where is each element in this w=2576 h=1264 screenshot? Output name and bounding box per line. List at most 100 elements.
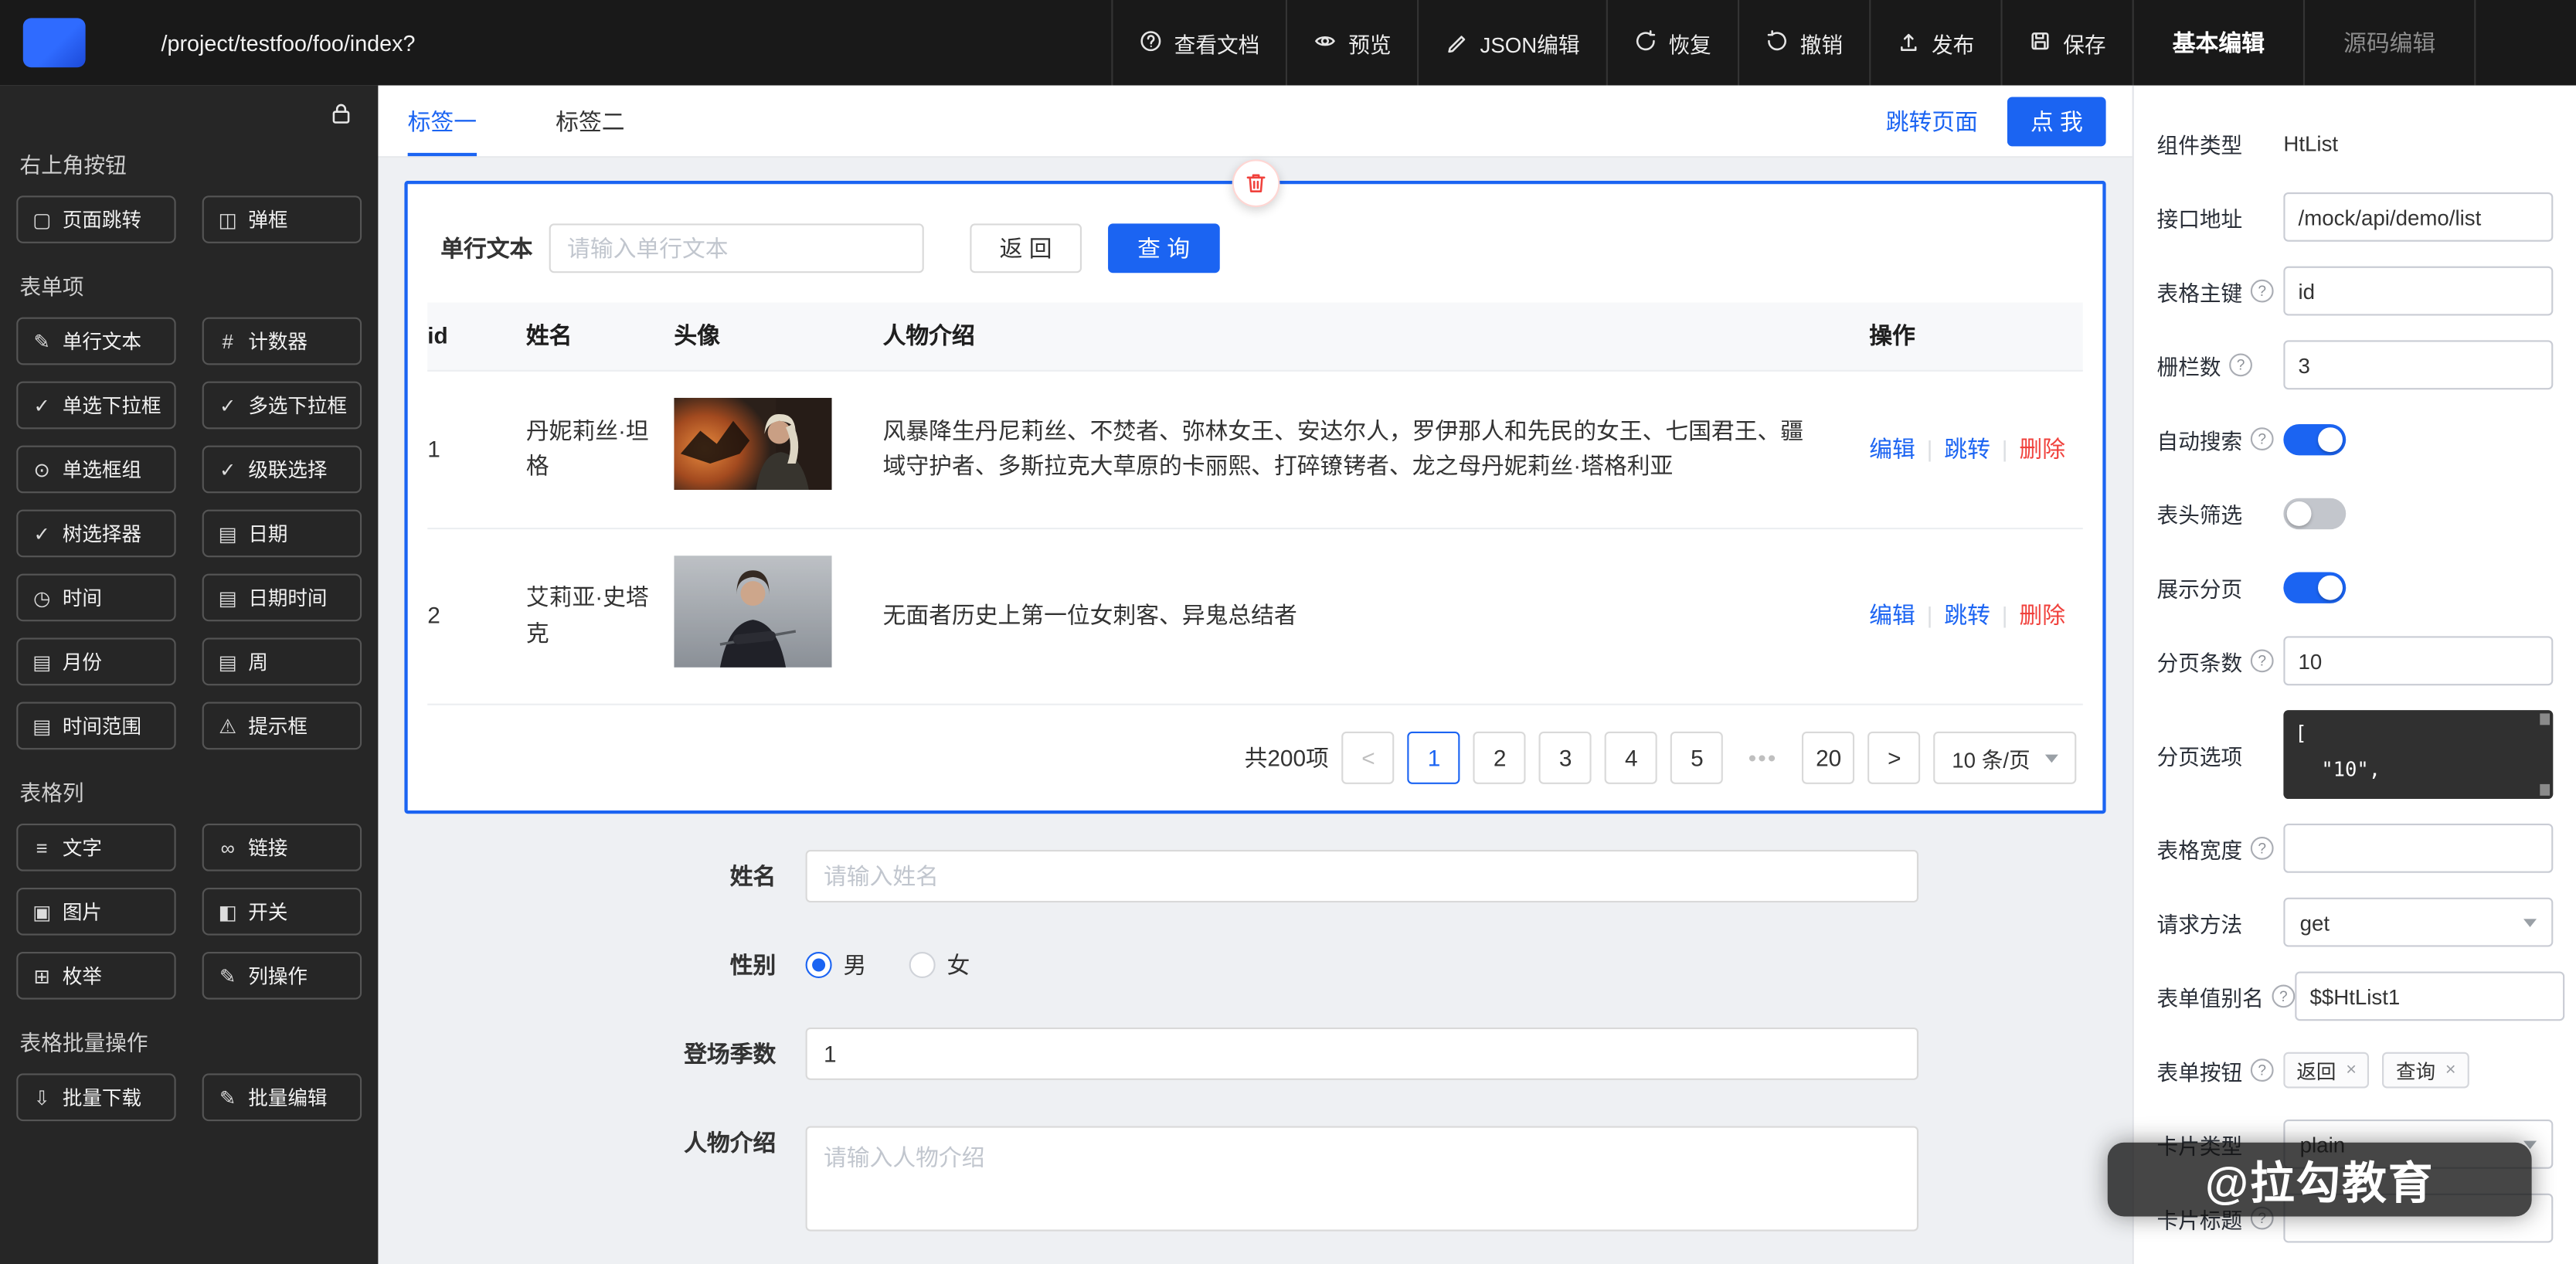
component-item-counter[interactable]: #计数器 [202,318,362,365]
table-row: 1 丹妮莉丝·坦格 [427,372,2083,529]
help-icon[interactable] [2251,1058,2274,1082]
back-button[interactable]: 返 回 [970,223,1081,273]
pagination-page-1[interactable]: 1 [1408,732,1460,785]
component-item-datetime[interactable]: ▤日期时间 [202,574,362,622]
tab-basic-edit[interactable]: 基本编辑 [2133,0,2303,86]
gender-radio-male[interactable]: 男 [806,949,867,982]
component-item-page-jump[interactable]: ▢页面跳转 [16,195,175,243]
click-me-button[interactable]: 点 我 [2007,96,2105,145]
component-item-batch-download[interactable]: ⇩批量下载 [16,1073,175,1121]
app-logo[interactable] [23,18,86,67]
intro-label: 人物介绍 [404,1126,805,1160]
pagination-page-4[interactable]: 4 [1605,732,1657,785]
prop-table-key: 表格主键 [2157,267,2554,316]
season-input[interactable] [806,1028,1918,1081]
component-item-time[interactable]: ◷时间 [16,574,175,622]
pagination-page-3[interactable]: 3 [1539,732,1592,785]
jump-link-action[interactable]: 跳转 [1944,435,1990,461]
pagination-page-20[interactable]: 20 [1803,732,1855,785]
component-item-tooltip-box[interactable]: ⚠提示框 [202,702,362,750]
pagination-ellipsis[interactable]: ••• [1737,732,1789,785]
form-button-tag-back[interactable]: 返回× [2283,1052,2370,1089]
intro-textarea[interactable] [806,1126,1918,1232]
publish-button[interactable]: 发布 [1869,0,2000,86]
edit-link[interactable]: 编辑 [1869,602,1915,628]
jump-page-link[interactable]: 跳转页面 [1886,104,1978,138]
form-row-name: 姓名 [404,851,2105,903]
check-icon: ✓ [217,458,239,481]
component-item-month[interactable]: ▤月份 [16,638,175,686]
pagination-options-editor[interactable]: [ "10", [2283,710,2553,799]
pagination-page-2[interactable]: 2 [1473,732,1526,785]
help-icon[interactable] [2251,649,2274,672]
help-icon[interactable] [2272,984,2296,1007]
table-key-input[interactable] [2283,267,2553,316]
component-item-text-column[interactable]: ≡文字 [16,824,175,872]
api-url-input[interactable] [2283,192,2553,242]
prop-auto-search: 自动搜索 [2157,414,2554,464]
request-method-select[interactable]: get [2283,898,2553,947]
view-docs-button[interactable]: 查看文档 [1112,0,1286,86]
component-item-enum-column[interactable]: ⊞枚举 [16,952,175,1000]
restore-button[interactable]: 恢复 [1606,0,1738,86]
table-width-input[interactable] [2283,824,2553,873]
component-item-tree-select[interactable]: ✓树选择器 [16,510,175,558]
delete-link[interactable]: 删除 [2019,435,2065,461]
property-inspector: 组件类型 HtList 接口地址 表格主键 栅栏数 自动搜索 表头筛选 [2133,86,2576,1264]
component-item-multi-select[interactable]: ✓多选下拉框 [202,382,362,430]
tab-source-edit[interactable]: 源码编辑 [2303,0,2474,86]
delete-link[interactable]: 删除 [2019,602,2065,628]
tab-one[interactable]: 标签一 [408,86,477,156]
help-icon[interactable] [2229,353,2252,376]
prop-show-pagination: 展示分页 [2157,562,2554,612]
component-item-batch-edit[interactable]: ✎批量编辑 [202,1073,362,1121]
page-size-input[interactable] [2283,636,2553,685]
help-icon[interactable] [2251,837,2274,860]
scrollbar[interactable] [2540,713,2550,795]
preview-button[interactable]: 预览 [1286,0,1417,86]
lock-icon[interactable] [331,102,352,133]
component-item-single-line-text[interactable]: ✎单行文本 [16,318,175,365]
json-edit-button[interactable]: JSON编辑 [1418,0,1606,86]
edit-link[interactable]: 编辑 [1869,435,1915,461]
component-item-date[interactable]: ▤日期 [202,510,362,558]
close-icon[interactable]: × [2445,1060,2456,1080]
component-item-single-select[interactable]: ✓单选下拉框 [16,382,175,430]
pagination-next[interactable]: > [1868,732,1921,785]
form-value-alias-input[interactable] [2295,971,2564,1021]
component-item-switch-column[interactable]: ◧开关 [202,888,362,936]
delete-component-button[interactable] [1232,159,1280,207]
component-item-image-column[interactable]: ▣图片 [16,888,175,936]
component-item-column-actions[interactable]: ✎列操作 [202,952,362,1000]
grid-count-input[interactable] [2283,340,2553,389]
component-item-radio-group[interactable]: ⊙单选框组 [16,446,175,494]
page-size-select[interactable]: 10 条/页 [1934,732,2076,785]
help-icon[interactable] [2251,280,2274,303]
help-icon[interactable] [2251,427,2274,450]
calendar-icon: ▤ [31,651,53,674]
gender-radio-female[interactable]: 女 [909,949,970,982]
jump-link-action[interactable]: 跳转 [1944,602,1990,628]
auto-search-toggle[interactable] [2283,423,2346,454]
form-button-tag-query[interactable]: 查询× [2383,1052,2469,1089]
show-pagination-toggle[interactable] [2283,571,2346,602]
name-input[interactable] [806,851,1918,903]
close-icon[interactable]: × [2346,1060,2357,1080]
query-button[interactable]: 查 询 [1108,223,1219,273]
cell-intro: 无面者历史上第一位女刺客、异鬼总结者 [883,599,1837,634]
header-filter-toggle[interactable] [2283,498,2346,528]
component-item-dialog[interactable]: ◫弹框 [202,195,362,243]
save-button[interactable]: 保存 [2000,0,2132,86]
prop-component-type: 组件类型 HtList [2157,118,2554,168]
component-item-link-column[interactable]: ∞链接 [202,824,362,872]
pagination-page-5[interactable]: 5 [1670,732,1723,785]
component-item-cascader[interactable]: ✓级联选择 [202,446,362,494]
tab-two[interactable]: 标签二 [556,86,624,156]
pagination-prev[interactable]: < [1342,732,1395,785]
col-header-actions: 操作 [1837,318,2083,354]
search-input[interactable] [549,223,924,273]
undo-button[interactable]: 撤销 [1738,0,1869,86]
component-item-time-range[interactable]: ▤时间范围 [16,702,175,750]
selected-htlist-component[interactable]: 单行文本 返 回 查 询 id 姓名 头像 人物介绍 操作 [404,181,2105,814]
component-item-week[interactable]: ▤周 [202,638,362,686]
